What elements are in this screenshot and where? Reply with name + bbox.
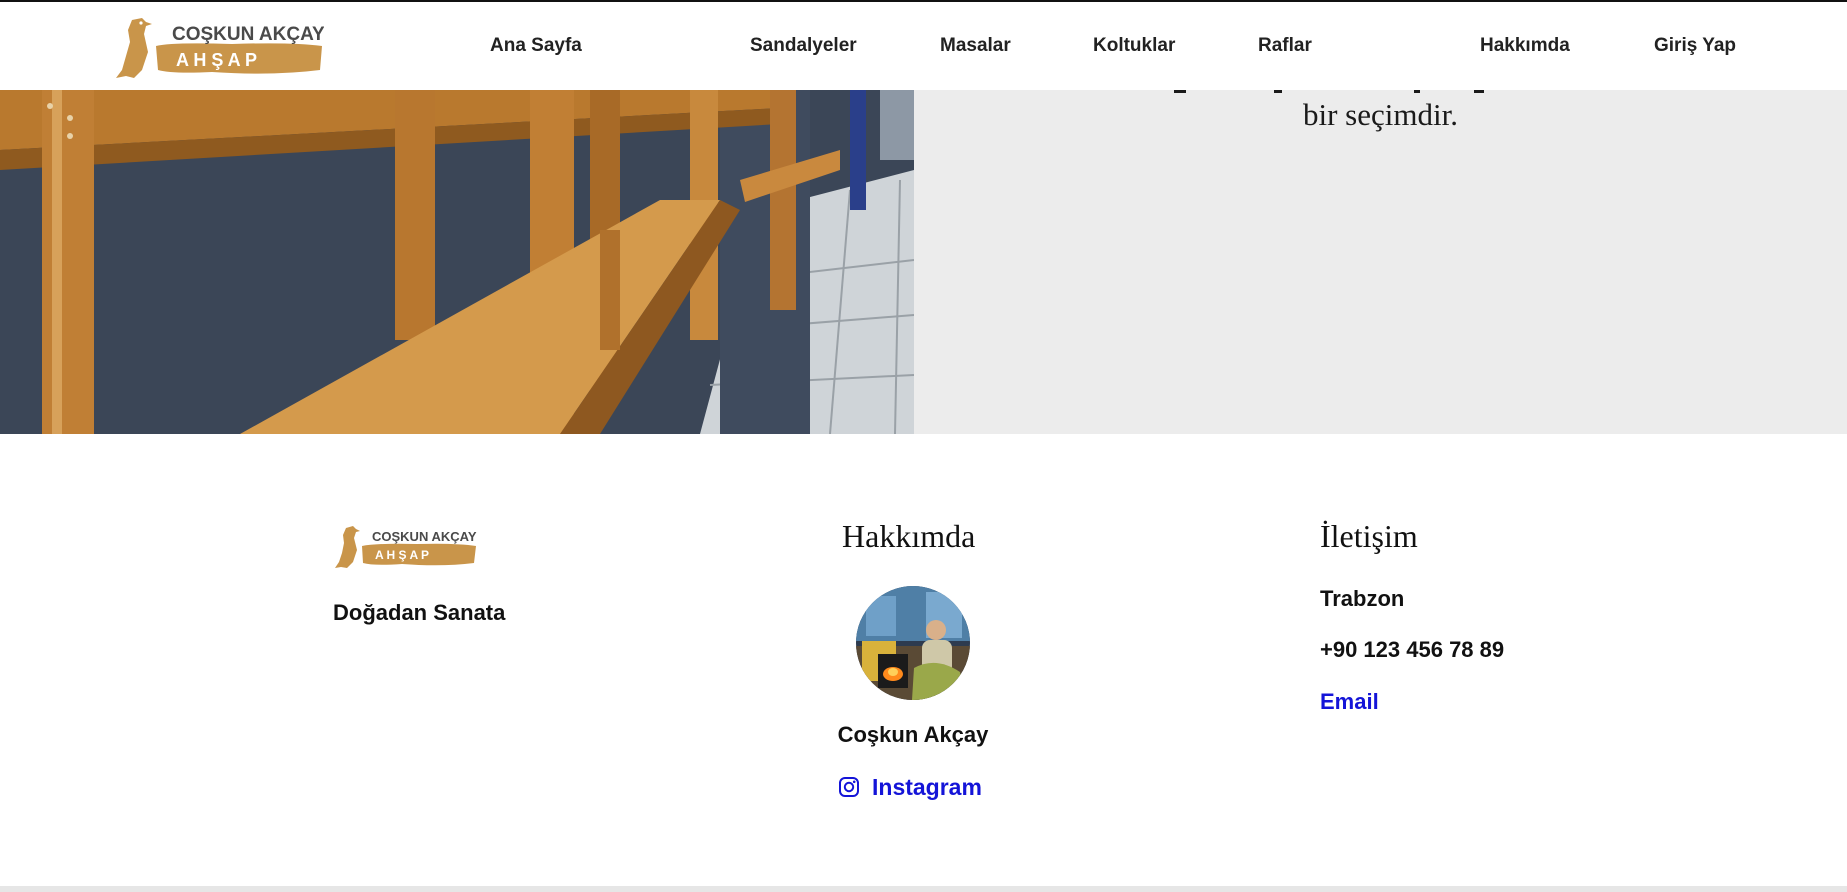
contact-email-link[interactable]: Email: [1320, 689, 1379, 715]
site-footer: COŞKUN AKÇAY A H Ş A P Doğadan Sanata Ha…: [0, 434, 1847, 886]
nav-ana-sayfa[interactable]: Ana Sayfa: [490, 35, 582, 57]
svg-text:A H Ş A P: A H Ş A P: [176, 50, 257, 70]
nav-koltuklar[interactable]: Koltuklar: [1093, 35, 1175, 57]
footer-contact-title: İletişim: [1320, 518, 1418, 554]
footer-bottom-bar: [0, 886, 1847, 892]
footer-logo[interactable]: COŞKUN AKÇAY A H Ş A P: [332, 522, 478, 570]
instagram-label: Instagram: [872, 773, 982, 800]
nav-giris-yap[interactable]: Giriş Yap: [1654, 35, 1736, 57]
nav-hakkimda[interactable]: Hakkımda: [1480, 35, 1570, 57]
site-header: COŞKUN AKÇAY A H Ş A P Ana Sayfa Sandaly…: [0, 2, 1847, 90]
avatar: [856, 586, 970, 700]
svg-text:COŞKUN AKÇAY: COŞKUN AKÇAY: [372, 529, 477, 544]
nav-masalar[interactable]: Masalar: [940, 35, 1011, 57]
contact-phone: +90 123 456 78 89: [1320, 637, 1505, 662]
footer-about-title: Hakkımda: [842, 518, 976, 554]
instagram-icon: [839, 777, 859, 797]
instagram-link[interactable]: Instagram: [838, 772, 982, 802]
shelf-photo: [0, 90, 915, 434]
footer-tagline: Doğadan Sanata: [333, 600, 506, 625]
nav-raflar[interactable]: Raflar: [1258, 35, 1312, 57]
svg-text:COŞKUN AKÇAY: COŞKUN AKÇAY: [172, 24, 324, 45]
hero-text-tail: bir seçimdir.: [1303, 97, 1458, 132]
nav-sandalyeler[interactable]: Sandalyeler: [750, 35, 857, 57]
hero-section: bir seçimdir.: [0, 90, 1847, 434]
brand-logo[interactable]: COŞKUN AKÇAY A H Ş A P: [112, 12, 325, 80]
svg-text:A H Ş A P: A H Ş A P: [375, 548, 429, 562]
contact-city: Trabzon: [1320, 586, 1405, 611]
owner-name: Coşkun Akçay: [837, 722, 989, 747]
